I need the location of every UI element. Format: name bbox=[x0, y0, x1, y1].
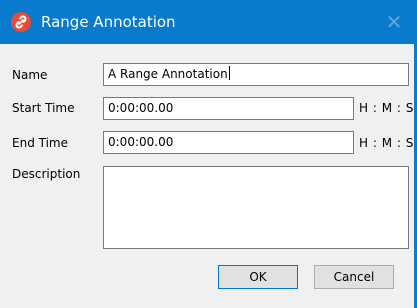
description-textarea[interactable] bbox=[103, 166, 409, 249]
start-time-field[interactable]: 0:00:00.00 bbox=[103, 97, 354, 120]
end-time-field[interactable]: 0:00:00.00 bbox=[103, 131, 354, 154]
close-button[interactable]: ✕ bbox=[371, 0, 417, 44]
end-time-label: End Time bbox=[12, 136, 68, 150]
start-time-label: Start Time bbox=[12, 101, 75, 115]
end-time-unit: H : M : S bbox=[359, 136, 414, 150]
name-value: A Range Annotation bbox=[108, 67, 228, 81]
start-time-unit: H : M : S bbox=[359, 101, 414, 115]
title-bar: Range Annotation ✕ bbox=[0, 0, 417, 44]
start-time-value: 0:00:00.00 bbox=[108, 101, 174, 115]
range-annotation-dialog: Range Annotation ✕ Name A Range Annotati… bbox=[0, 0, 417, 308]
link-icon bbox=[11, 12, 31, 32]
ok-button[interactable]: OK bbox=[218, 265, 298, 289]
name-label: Name bbox=[12, 68, 48, 82]
text-caret bbox=[228, 66, 230, 80]
close-icon: ✕ bbox=[385, 10, 403, 34]
description-label: Description bbox=[12, 167, 81, 181]
cancel-button[interactable]: Cancel bbox=[314, 265, 394, 289]
end-time-value: 0:00:00.00 bbox=[108, 135, 174, 149]
name-field[interactable]: A Range Annotation bbox=[103, 63, 409, 86]
window-title: Range Annotation bbox=[41, 13, 176, 31]
